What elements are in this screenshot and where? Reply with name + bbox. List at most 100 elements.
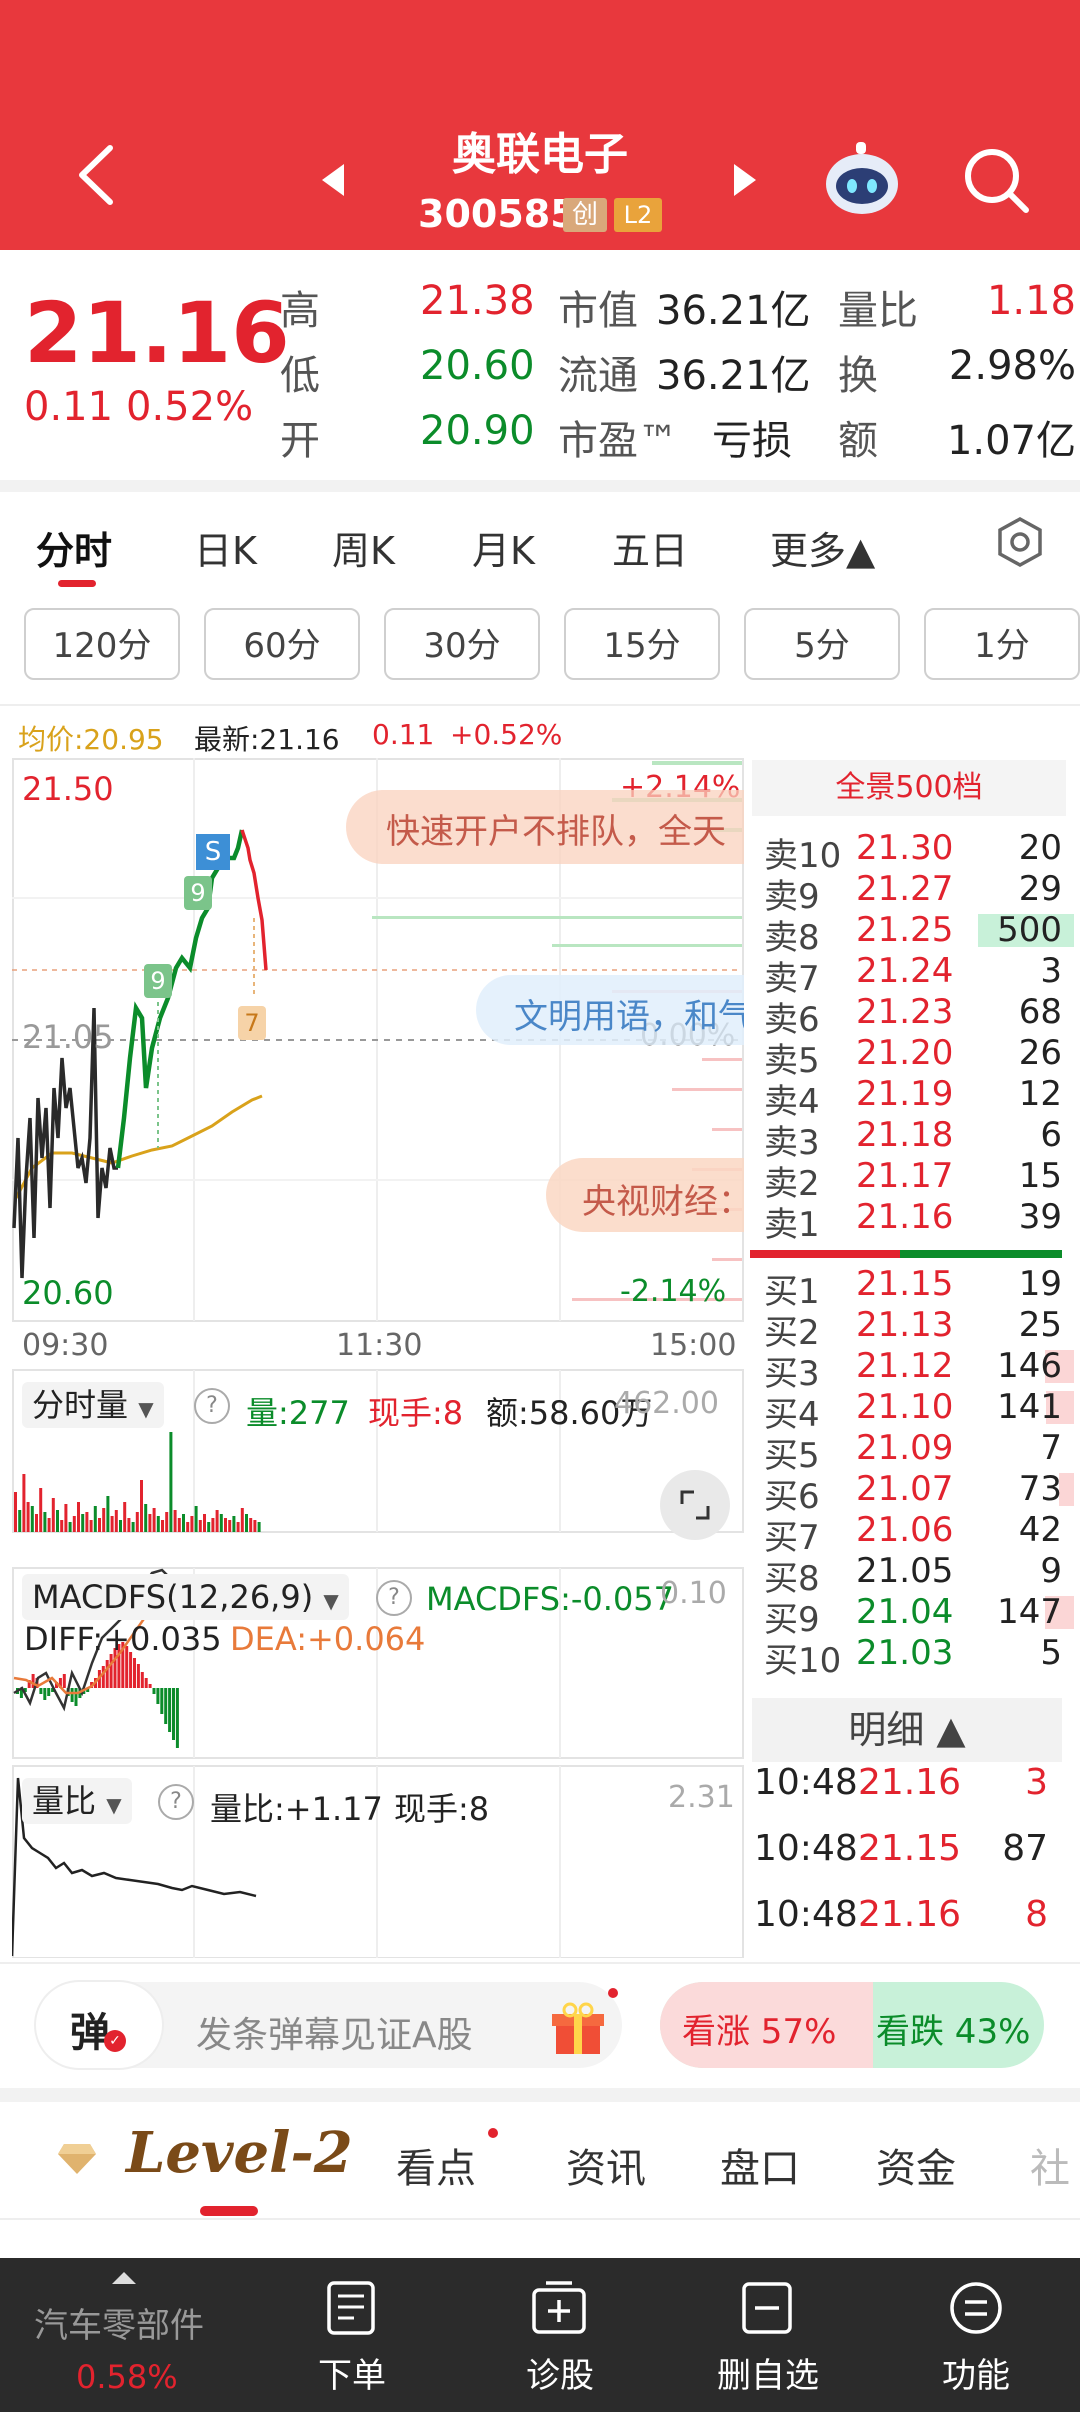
back-arrow-icon[interactable] — [70, 142, 120, 208]
macd-bar — [164, 1688, 168, 1724]
vote-rise-label[interactable]: 看涨 57% — [682, 2004, 836, 2053]
volume-bar — [194, 1506, 198, 1532]
tab-level2[interactable]: Level-2 — [126, 2120, 353, 2186]
remove-watchlist-button[interactable]: 删自选 — [700, 2348, 836, 2397]
ask-row[interactable]: 卖5 21.20 26 — [764, 1033, 1074, 1081]
diagnose-button[interactable]: 诊股 — [498, 2348, 622, 2397]
count-marker[interactable]: 9 — [144, 964, 172, 998]
danmu-toggle[interactable]: 弹 ✓ — [36, 1982, 162, 2068]
fullscreen-button[interactable] — [660, 1470, 730, 1540]
count-marker[interactable]: 9 — [184, 876, 212, 910]
ask-row[interactable]: 卖1 21.16 39 — [764, 1197, 1074, 1245]
caret-left-icon[interactable] — [318, 160, 348, 200]
diagnose-icon[interactable] — [530, 2280, 588, 2336]
bid-row[interactable]: 买7 21.06 42 — [764, 1510, 1074, 1558]
tab-weekly-k[interactable]: 周K — [332, 520, 395, 575]
danmu-bubble[interactable]: 文明用语，和气 — [476, 975, 744, 1045]
ask-row[interactable]: 卖6 21.23 68 — [764, 992, 1074, 1040]
danmu-bubble[interactable]: 央视财经： — [546, 1158, 744, 1232]
volume-bar — [22, 1474, 26, 1532]
tab-intraday[interactable]: 分时 — [36, 520, 112, 575]
tab-five-day[interactable]: 五日 — [612, 520, 688, 575]
price-change: 0.11 — [24, 384, 114, 430]
pill-60min[interactable]: 60分 — [204, 608, 360, 680]
sentiment-vote[interactable]: 看涨 57% 看跌 43% — [660, 1982, 1044, 2068]
bid-row[interactable]: 买6 21.07 73 — [764, 1469, 1074, 1517]
bid-row[interactable]: 买4 21.10 141 — [764, 1387, 1074, 1435]
tab-handicap[interactable]: 盘口 — [720, 2136, 800, 2194]
macd-max: 0.10 — [660, 1576, 727, 1611]
gift-icon[interactable] — [548, 1998, 608, 2058]
ask-row[interactable]: 卖9 21.27 29 — [764, 869, 1074, 917]
ratio-indicator-select[interactable]: 量比 ▼ — [22, 1778, 132, 1824]
hexagon-settings-icon[interactable] — [994, 516, 1046, 568]
pill-1min[interactable]: 1分 — [924, 608, 1080, 680]
volume-bar — [98, 1518, 101, 1532]
bid-row[interactable]: 买9 21.04 147 — [764, 1592, 1074, 1640]
bid-row[interactable]: 买2 21.13 25 — [764, 1305, 1074, 1353]
macd-bar — [160, 1688, 164, 1714]
macd-bar — [101, 1666, 105, 1688]
order-button[interactable]: 下单 — [290, 2348, 414, 2397]
sell-signal-marker[interactable]: S — [196, 834, 230, 870]
bid-row[interactable]: 买10 21.03 5 — [764, 1633, 1074, 1681]
ask-row[interactable]: 卖2 21.17 15 — [764, 1156, 1074, 1204]
tab-monthly-k[interactable]: 月K — [472, 520, 535, 575]
help-icon[interactable]: ? — [194, 1388, 230, 1424]
bid-row[interactable]: 买5 21.09 7 — [764, 1428, 1074, 1476]
price-change-pct: 0.52% — [126, 384, 254, 430]
pill-5min[interactable]: 5分 — [744, 608, 900, 680]
ask-row[interactable]: 卖10 21.30 20 — [764, 828, 1074, 876]
bid-row[interactable]: 买8 21.05 9 — [764, 1551, 1074, 1599]
robot-icon[interactable] — [822, 140, 902, 220]
bid-row[interactable]: 买1 21.15 19 — [764, 1264, 1074, 1312]
orderbook-title[interactable]: 全景500档 — [752, 760, 1066, 816]
ask-list: 卖10 21.30 20 卖9 21.27 29 卖8 21.25 500 卖7 21.24 3 卖6 2… — [764, 828, 1074, 1245]
ask-volume: 6 — [1040, 1115, 1062, 1155]
macd-indicator-label: MACDFS(12,26,9) — [32, 1578, 314, 1616]
volume-bar — [198, 1520, 202, 1532]
pill-120min[interactable]: 120分 — [24, 608, 180, 680]
check-icon: ✓ — [104, 2030, 126, 2052]
help-icon[interactable]: ? — [376, 1580, 412, 1616]
order-icon[interactable] — [324, 2280, 378, 2336]
tab-funds[interactable]: 资金 — [876, 2136, 956, 2194]
macd-bar — [74, 1688, 78, 1706]
help-icon[interactable]: ? — [158, 1784, 194, 1820]
tab-news[interactable]: 资讯 — [566, 2136, 646, 2194]
bid-row[interactable]: 买3 21.12 146 — [764, 1346, 1074, 1394]
caret-up-icon[interactable] — [110, 2270, 138, 2286]
macd-bar — [105, 1660, 109, 1688]
volume-indicator-label: 分时量 — [32, 1386, 129, 1424]
pill-15min[interactable]: 15分 — [564, 608, 720, 680]
danmu-bubble[interactable]: 快速开户不排队，全天 — [346, 790, 744, 864]
remove-watchlist-icon[interactable] — [740, 2280, 794, 2336]
sector-name[interactable]: 汽车零部件 — [34, 2298, 204, 2347]
detail-header[interactable]: 明细 ▲ — [752, 1698, 1062, 1762]
macd-bar — [133, 1658, 136, 1688]
count-marker[interactable]: 7 — [238, 1006, 266, 1040]
ask-row[interactable]: 卖4 21.19 12 — [764, 1074, 1074, 1122]
ask-row[interactable]: 卖8 21.25 500 — [764, 910, 1074, 958]
function-button[interactable]: 功能 — [914, 2348, 1038, 2397]
tab-community[interactable]: 社 — [1030, 2136, 1070, 2194]
pill-30min[interactable]: 30分 — [384, 608, 540, 680]
macd-bar — [39, 1688, 43, 1694]
ask-row[interactable]: 卖3 21.18 6 — [764, 1115, 1074, 1163]
tab-highlights[interactable]: 看点 — [396, 2136, 476, 2194]
danmu-input[interactable]: 弹 ✓ 发条弹幕见证A股 — [36, 1982, 622, 2068]
search-icon[interactable] — [962, 146, 1032, 216]
tab-more[interactable]: 更多▲ — [770, 520, 875, 575]
macd-indicator-select[interactable]: MACDFS(12,26,9) ▼ — [22, 1574, 349, 1620]
vote-fall-label[interactable]: 看跌 43% — [876, 2004, 1030, 2053]
menu-circle-icon[interactable] — [948, 2280, 1004, 2336]
bid-list: 买1 21.15 19 买2 21.13 25 买3 21.12 146 买4 21.10 141 买5… — [764, 1264, 1074, 1681]
macd-bar — [47, 1688, 51, 1696]
volume-indicator-select[interactable]: 分时量 ▼ — [22, 1382, 164, 1428]
caret-right-icon[interactable] — [730, 160, 760, 200]
volume-bar — [152, 1508, 156, 1532]
tab-daily-k[interactable]: 日K — [194, 520, 257, 575]
high-label: 高 — [280, 288, 320, 334]
ask-row[interactable]: 卖7 21.24 3 — [764, 951, 1074, 999]
ask-price: 21.19 — [856, 1074, 954, 1114]
